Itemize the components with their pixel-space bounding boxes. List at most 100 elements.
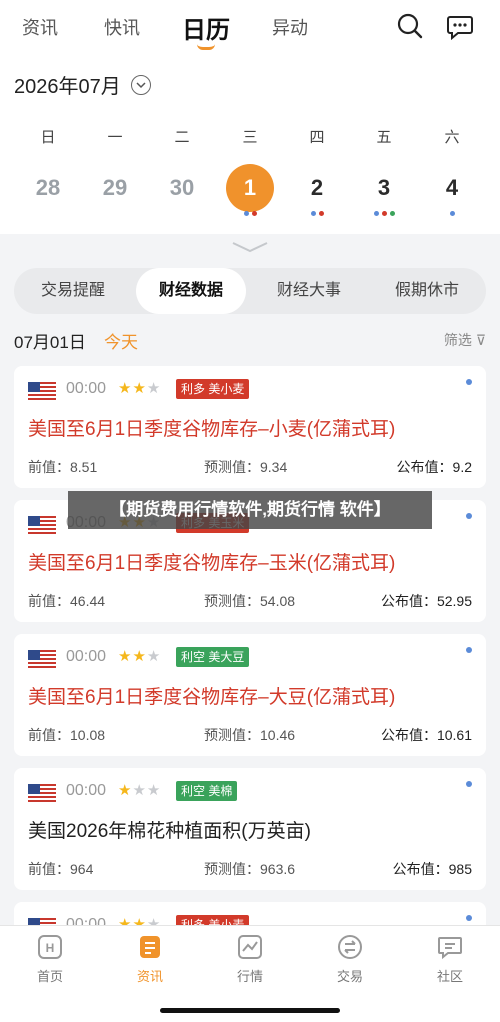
actual-value: 公布值：10.61 [380,727,472,743]
bottom-nav: H 首页 资讯 行情 交易 社区 [0,925,500,1022]
event-dot [310,211,316,216]
weekday-label: 一 [107,129,123,146]
message-icon[interactable] [446,12,474,41]
event-dot [373,211,379,216]
calendar-day[interactable]: 3 [360,164,408,212]
top-nav: 资讯 快讯 日历 异动 [0,0,500,54]
svg-text:H: H [46,941,55,955]
event-dot [389,211,395,216]
calendar-day[interactable]: 28 [24,164,72,212]
calendar-day[interactable]: 29 [91,164,139,212]
event-card[interactable]: 00:00 ★★★ 利空 美棉美国2026年棉花种植面积(万英亩) 前值：964 预测值… [14,768,486,890]
active-tab-indicator [197,44,215,50]
date-row: 07月01日 今天 筛选 ⊽ [14,328,486,352]
weekday-label: 六 [444,129,460,146]
nav-home[interactable]: H 首页 [15,934,85,985]
calendar-day[interactable]: 30 [158,164,206,212]
us-flag-icon [28,650,56,668]
weekday-label: 日 [40,129,56,146]
seg-holiday-closure[interactable]: 假期休市 [368,268,486,314]
actual-value: 公布值：9.2 [396,459,472,475]
importance-stars: ★★★ [118,782,162,799]
event-dot [449,211,455,216]
tab-anomaly[interactable]: 异动 [272,14,308,40]
chart-icon [237,934,263,960]
home-indicator [160,1008,340,1013]
community-icon [437,934,463,960]
weekday-label: 四 [309,129,325,146]
unread-dot [466,915,472,921]
calendar-day[interactable]: 4 [428,164,476,212]
forecast-value: 预测值：54.08 [204,593,296,609]
event-card[interactable]: 00:00 ★★★ 利多 美小麦美国至6月1日季度谷物库存–小麦(亿蒲式耳) 前值：8… [14,366,486,488]
event-dot [243,211,249,216]
tab-flash[interactable]: 快讯 [104,14,140,40]
actual-value: 公布值：985 [392,861,472,877]
event-dots [449,211,455,216]
forecast-value: 预测值：10.46 [204,727,296,743]
seg-financial-data[interactable]: 财经数据 [136,268,246,314]
overlay-banner: 【期货费用行情软件,期货行情 软件】 [68,491,432,529]
impact-tag: 利多 美小麦 [176,379,250,399]
nav-trade[interactable]: 交易 [315,934,385,985]
unread-dot [466,781,472,787]
unread-dot [466,513,472,519]
event-dots [310,211,324,216]
weekday-label: 三 [242,129,258,146]
event-time: 00:00 [66,782,107,799]
us-flag-icon [28,382,56,400]
chevron-down-icon[interactable] [130,74,151,95]
filter-button[interactable]: 筛选 ⊽ [444,330,486,350]
us-flag-icon [28,784,56,802]
category-tabs: 交易提醒 财经数据 财经大事 假期休市 [14,268,486,314]
event-title: 美国至6月1日季度谷物库存–大豆(亿蒲式耳) [28,687,396,708]
event-title: 美国至6月1日季度谷物库存–玉米(亿蒲式耳) [28,553,396,574]
seg-trade-reminder[interactable]: 交易提醒 [14,268,132,314]
previous-value: 前值：10.08 [28,727,106,743]
previous-value: 前值：964 [28,861,94,877]
search-icon[interactable] [396,12,424,40]
filter-icon: ⊽ [475,332,486,348]
calendar-day[interactable]: 1 [226,164,274,212]
event-time: 00:00 [66,648,107,665]
nav-market[interactable]: 行情 [215,934,285,985]
forecast-value: 预测值：963.6 [204,861,296,877]
event-title: 美国2026年棉花种植面积(万英亩) [28,821,311,842]
collapse-calendar-icon[interactable] [230,240,270,254]
forecast-value: 预测值：9.34 [204,459,288,475]
unread-dot [466,379,472,385]
event-dots [243,211,257,216]
previous-value: 前值：8.51 [28,459,98,475]
nav-news[interactable]: 资讯 [115,934,185,985]
month-label: 2026年07月 [14,76,121,98]
weekday-label: 五 [376,129,392,146]
trade-icon [337,934,363,960]
event-title: 美国至6月1日季度谷物库存–小麦(亿蒲式耳) [28,419,396,440]
event-dot [381,211,387,216]
seg-financial-events[interactable]: 财经大事 [250,268,368,314]
current-date: 07月01日 [14,333,86,352]
tab-news[interactable]: 资讯 [22,14,58,40]
month-selector[interactable]: 2026年07月 [14,70,151,99]
tab-calendar[interactable]: 日历 [182,10,230,45]
event-dot [318,211,324,216]
event-dot [251,211,257,216]
actual-value: 公布值：52.95 [380,593,472,609]
home-icon: H [37,934,63,960]
today-label: 今天 [104,333,138,352]
importance-stars: ★★★ [118,380,162,397]
weekday-label: 二 [174,129,190,146]
event-card[interactable]: 00:00 ★★★ 利空 美大豆美国至6月1日季度谷物库存–大豆(亿蒲式耳) 前值：1… [14,634,486,756]
previous-value: 前值：46.44 [28,593,106,609]
calendar-panel: 2026年07月 日 一 二 三 四 五 六 28 29 30 1 2 3 4 [0,54,500,234]
nav-community[interactable]: 社区 [415,934,485,985]
impact-tag: 利空 美棉 [176,781,238,801]
event-dots [373,211,395,216]
unread-dot [466,647,472,653]
calendar-day[interactable]: 2 [293,164,341,212]
news-icon [137,934,163,960]
importance-stars: ★★★ [118,648,162,665]
event-time: 00:00 [66,380,107,397]
impact-tag: 利空 美大豆 [176,647,250,667]
us-flag-icon [28,516,56,534]
